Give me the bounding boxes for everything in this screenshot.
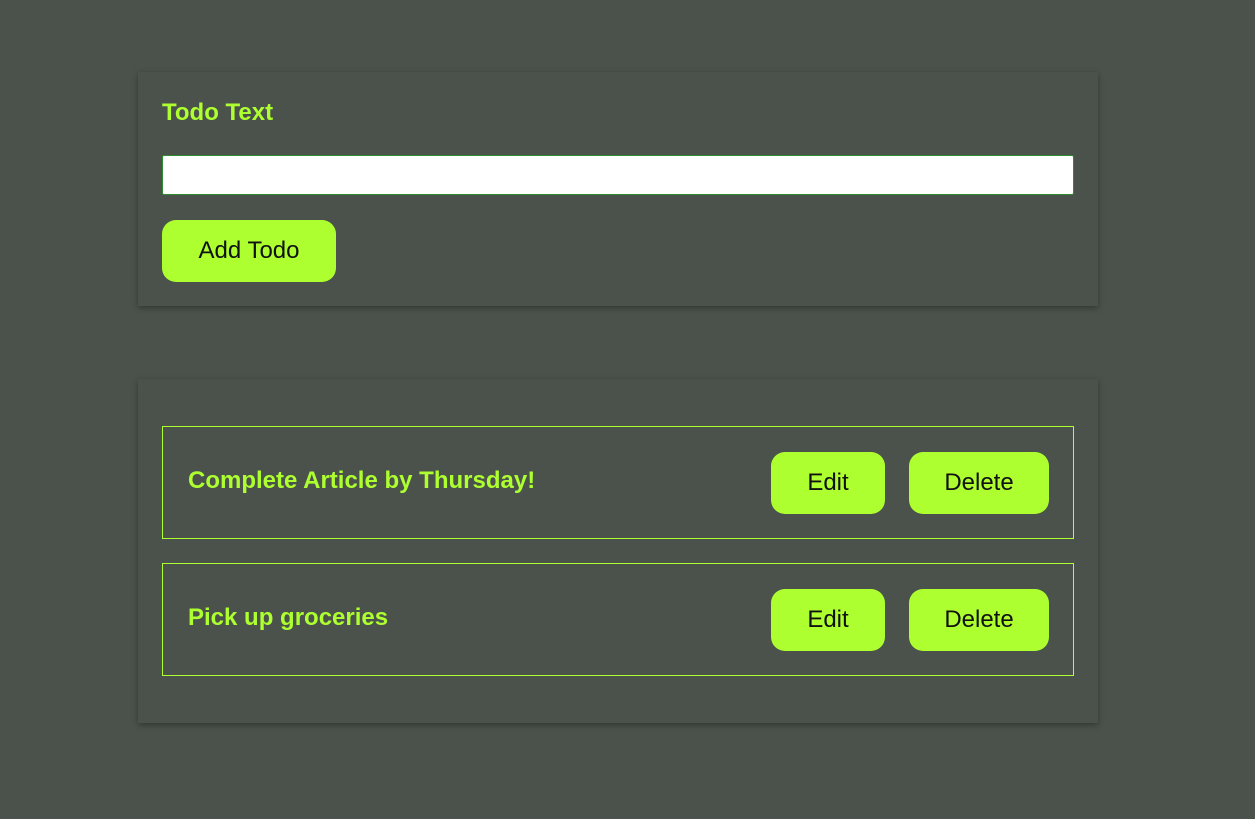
delete-button[interactable]: Delete bbox=[909, 589, 1049, 651]
todo-text-input[interactable] bbox=[162, 155, 1074, 195]
delete-button[interactable]: Delete bbox=[909, 452, 1049, 514]
todo-list-card: Complete Article by Thursday! Edit Delet… bbox=[138, 379, 1098, 723]
todo-item-text: Complete Article by Thursday! bbox=[188, 467, 536, 494]
add-todo-button[interactable]: Add Todo bbox=[162, 220, 336, 282]
todo-item: Pick up groceries Edit Delete bbox=[162, 563, 1074, 676]
edit-button[interactable]: Edit bbox=[771, 589, 885, 651]
todo-item: Complete Article by Thursday! Edit Delet… bbox=[162, 426, 1074, 539]
edit-button[interactable]: Edit bbox=[771, 452, 885, 514]
todo-text-label: Todo Text bbox=[162, 99, 274, 126]
todo-item-text: Pick up groceries bbox=[188, 604, 389, 631]
add-todo-form-card: Todo Text Add Todo bbox=[138, 72, 1098, 306]
